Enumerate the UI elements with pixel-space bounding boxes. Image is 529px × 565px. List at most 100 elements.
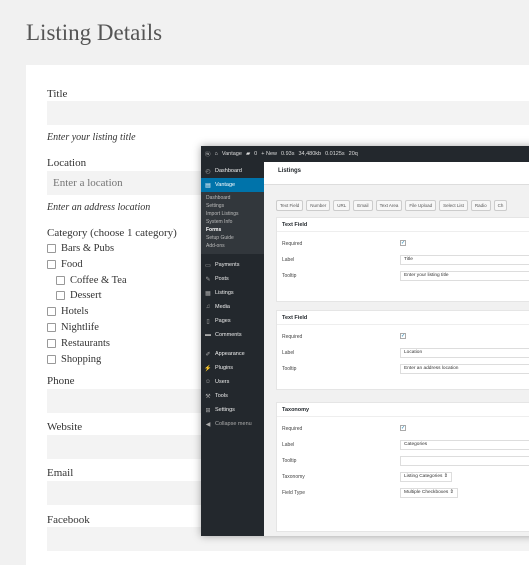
category-option[interactable]: Bars & Pubs <box>47 243 114 254</box>
category-checkbox[interactable] <box>47 338 56 348</box>
tab-bar: Listings <box>264 162 529 185</box>
panel-heading: Taxonomy <box>277 403 529 417</box>
category-checkbox[interactable] <box>47 244 56 253</box>
tooltip-input[interactable]: Enter an address location <box>400 364 529 374</box>
category-checkbox[interactable] <box>56 275 65 285</box>
admin-content: Listings Text Field Number URL Email Tex… <box>264 162 529 536</box>
field-button-text-field[interactable]: Text Field <box>276 200 304 211</box>
required-label: Required <box>282 426 303 432</box>
category-checkbox[interactable] <box>47 354 56 364</box>
submenu-add-ons[interactable]: Add-ons <box>201 242 264 250</box>
vantage-submenu: Dashboard Settings Import Listings Syste… <box>201 192 264 254</box>
menu-label: Dashboard <box>215 168 242 174</box>
settings-icon: ⊞ <box>205 407 211 414</box>
label-input[interactable]: Location <box>400 348 529 358</box>
field-button-radio[interactable]: Radio <box>470 200 491 211</box>
adminbar-new[interactable]: + New <box>261 151 277 157</box>
field-panel-taxonomy: Taxonomy Required ✓ Label Categories Too… <box>276 402 529 532</box>
menu-label: Vantage <box>215 182 236 188</box>
field-type-select[interactable]: Multiple Checkboxes ⇕ <box>400 488 458 498</box>
tooltip-label: Tooltip <box>282 273 297 279</box>
category-checkbox[interactable] <box>47 307 56 317</box>
tab-listings[interactable]: Listings <box>278 168 301 174</box>
required-checkbox[interactable]: ✓ <box>400 425 406 431</box>
menu-comments[interactable]: ▬ Comments <box>201 328 264 342</box>
menu-label: Pages <box>215 318 231 324</box>
menu-vantage[interactable]: ▤ Vantage <box>201 178 264 192</box>
category-option[interactable]: Shopping <box>47 354 101 365</box>
required-label: Required <box>282 334 303 340</box>
submenu-dashboard[interactable]: Dashboard <box>201 194 264 202</box>
label-input[interactable]: Title <box>400 255 529 265</box>
submenu-setup-guide[interactable]: Setup Guide <box>201 234 264 242</box>
category-option[interactable]: Restaurants <box>47 338 110 349</box>
category-checkbox[interactable] <box>47 259 56 269</box>
field-button-url[interactable]: URL <box>333 200 351 211</box>
category-option-label: Restaurants <box>61 337 110 349</box>
adminbar-comments[interactable]: 0 <box>254 151 257 157</box>
title-input[interactable] <box>47 101 529 125</box>
admin-bar: ⓦ ⌂ Vantage ▰ 0 + New 0.93s 34,480kb 0.0… <box>201 146 529 162</box>
website-label: Website <box>47 421 83 433</box>
pages-icon: ▯ <box>206 318 210 325</box>
media-icon: ♫ <box>205 304 211 310</box>
field-button-file-upload[interactable]: File Upload <box>405 200 437 211</box>
category-option[interactable]: Dessert <box>56 290 102 301</box>
submenu-system-info[interactable]: System Info <box>201 218 264 226</box>
tooltip-input[interactable] <box>400 456 529 466</box>
menu-tools[interactable]: ⚒ Tools <box>201 389 264 403</box>
menu-listings[interactable]: ▦ Listings <box>201 286 264 300</box>
required-checkbox[interactable]: ✓ <box>400 333 406 339</box>
tooltip-input[interactable]: Enter your listing title <box>400 271 529 281</box>
category-option[interactable]: Hotels <box>47 306 88 317</box>
submenu-import-listings[interactable]: Import Listings <box>201 210 264 218</box>
required-checkbox[interactable]: ✓ <box>400 240 406 246</box>
submenu-settings[interactable]: Settings <box>201 202 264 210</box>
category-option[interactable]: Nightlife <box>47 322 99 333</box>
category-checkbox[interactable] <box>47 323 56 332</box>
menu-label: Plugins <box>215 365 234 371</box>
menu-label: Collapse menu <box>215 421 252 427</box>
label-input[interactable]: Categories <box>400 440 529 450</box>
listings-icon: ▦ <box>205 290 211 297</box>
title-label: Title <box>47 88 68 100</box>
facebook-label: Facebook <box>47 514 90 526</box>
menu-dashboard[interactable]: ◴ Dashboard <box>201 164 264 178</box>
field-button-text-area[interactable]: Text Area <box>375 200 403 211</box>
field-button-select-list[interactable]: Select List <box>439 200 468 211</box>
menu-collapse[interactable]: ◀ Collapse menu <box>201 417 264 431</box>
submenu-forms[interactable]: Forms <box>201 226 264 234</box>
comment-icon: ▰ <box>245 151 251 157</box>
menu-settings[interactable]: ⊞ Settings <box>201 403 264 417</box>
menu-label: Posts <box>215 276 229 282</box>
category-checkbox[interactable] <box>56 291 65 301</box>
tooltip-label: Tooltip <box>282 366 297 372</box>
field-button-number[interactable]: Number <box>306 200 331 211</box>
wordpress-icon[interactable]: ⓦ <box>205 150 211 158</box>
category-option-label: Hotels <box>61 306 89 318</box>
category-option-label: Nightlife <box>61 322 99 333</box>
menu-pages[interactable]: ▯ Pages <box>201 314 264 328</box>
field-button-checkbox[interactable]: Ch <box>493 200 508 211</box>
user-icon: ☺ <box>204 379 212 385</box>
category-option[interactable]: Food <box>47 259 83 270</box>
menu-label: Payments <box>215 262 240 268</box>
field-button-email[interactable]: Email <box>353 200 373 211</box>
required-label: Required <box>282 241 303 247</box>
adminbar-query-time: 0.0125s <box>325 151 345 157</box>
menu-posts[interactable]: ✎ Posts <box>201 272 264 286</box>
menu-users[interactable]: ☺ Users <box>201 375 264 389</box>
field-type-buttons: Text Field Number URL Email Text Area Fi… <box>276 200 508 211</box>
phone-label: Phone <box>47 375 75 387</box>
category-option[interactable]: Coffee & Tea <box>56 275 127 286</box>
menu-payments[interactable]: ▭ Payments <box>201 258 264 272</box>
adminbar-site[interactable]: Vantage <box>222 151 242 157</box>
menu-appearance[interactable]: ✐ Appearance <box>201 347 264 361</box>
plug-icon: ⚡ <box>204 365 212 372</box>
taxonomy-select[interactable]: Listing Categories ⇕ <box>400 472 452 482</box>
menu-plugins[interactable]: ⚡ Plugins <box>201 361 264 375</box>
menu-media[interactable]: ♫ Media <box>201 300 264 314</box>
category-option-label: Shopping <box>61 353 102 365</box>
tooltip-label: Tooltip <box>282 458 297 464</box>
label-label: Label <box>282 257 295 263</box>
